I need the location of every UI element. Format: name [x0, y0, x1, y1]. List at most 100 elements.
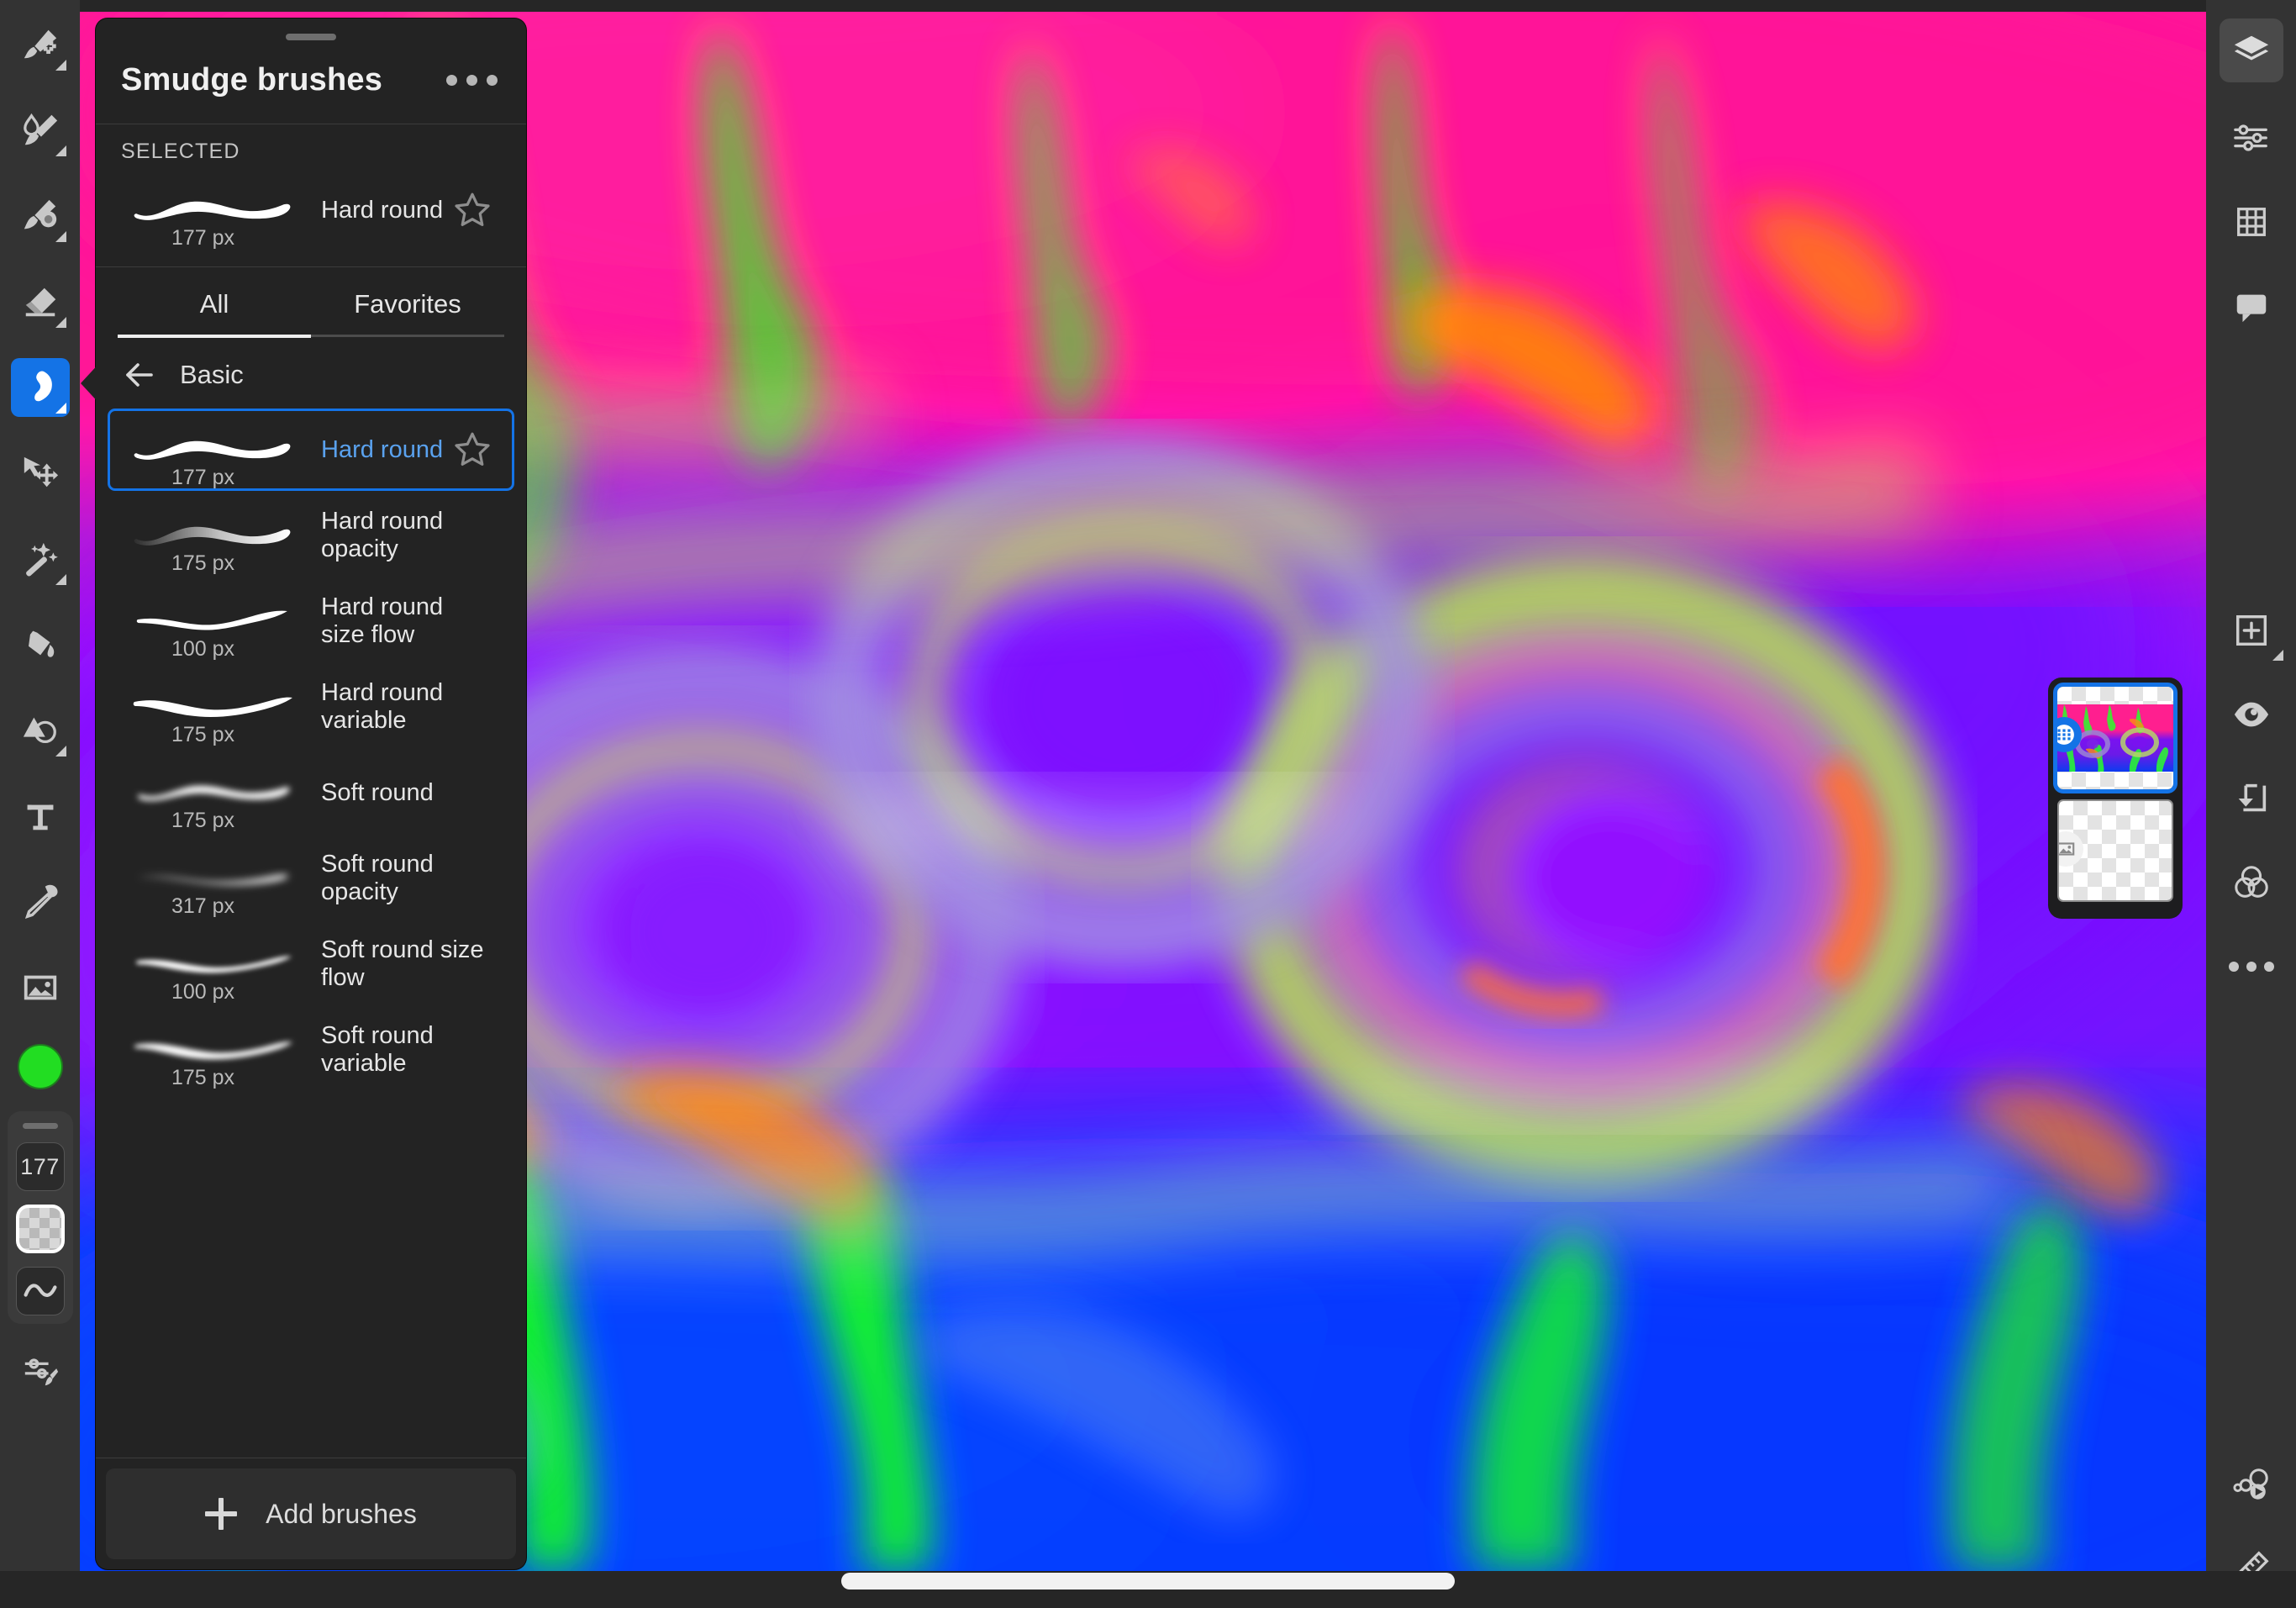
- panel-drag-handle[interactable]: [286, 34, 336, 40]
- brush-name-label: Soft round size flow: [321, 936, 484, 991]
- add-square-icon: [2235, 614, 2267, 646]
- more-options-button[interactable]: [2220, 935, 2283, 999]
- brush-settings-icon: [24, 1358, 58, 1386]
- brush-size-label: 175 px: [171, 723, 235, 746]
- paint-bucket-icon: [28, 630, 54, 657]
- clip-arrow-icon: [2238, 783, 2266, 812]
- add-brushes-button[interactable]: Add brushes: [106, 1468, 516, 1559]
- tab-favorites[interactable]: Favorites: [311, 277, 504, 335]
- hard-round-size-flow-stroke-icon: [136, 610, 287, 630]
- brush-name-label: Hard round: [321, 435, 444, 463]
- brush-list-item[interactable]: 175 px Soft round: [108, 751, 514, 834]
- shape-tool[interactable]: [11, 701, 70, 760]
- eyedropper-tool[interactable]: [11, 873, 70, 931]
- brush-properties-button[interactable]: [11, 1342, 70, 1401]
- favorite-star-icon[interactable]: [452, 430, 492, 470]
- right-tool-sidebar[interactable]: [2206, 0, 2296, 1608]
- smudge-icon: [34, 371, 52, 402]
- eraser-tool[interactable]: [11, 272, 70, 331]
- blend-mode-button[interactable]: [2220, 851, 2283, 915]
- grid-badge-icon: [2057, 725, 2074, 745]
- magic-wand-tool[interactable]: [11, 530, 70, 588]
- smudge-tool[interactable]: [10, 358, 70, 417]
- breadcrumb-label: Basic: [180, 360, 244, 389]
- brush-list-item[interactable]: 175 px Soft round variable: [108, 1009, 514, 1091]
- timelapse-button[interactable]: [2220, 1452, 2283, 1516]
- selected-brush-row[interactable]: 177 px Hard round: [108, 169, 514, 251]
- tool-flyout-indicator: [55, 231, 66, 242]
- brush-name-label: Hard round opacity: [321, 508, 444, 562]
- brush-preview: 177 px: [129, 417, 308, 489]
- layer-properties-button[interactable]: [2220, 106, 2283, 170]
- pixel-brush-tool[interactable]: [11, 15, 70, 74]
- brush-list-item[interactable]: 317 px Soft round opacity: [108, 837, 514, 920]
- brush-tabs[interactable]: All Favorites: [96, 267, 526, 335]
- brush-preview: 175 px: [129, 760, 308, 832]
- brush-size-label: 177 px: [171, 226, 235, 250]
- eraser-icon: [25, 287, 55, 317]
- sliders-icon: [2233, 124, 2267, 151]
- brush-pixel-icon: [24, 29, 56, 59]
- brush-preview: 100 px: [129, 588, 308, 661]
- left-tool-sidebar[interactable]: 177: [0, 0, 80, 1608]
- layer-grid-button[interactable]: [2220, 190, 2283, 254]
- tab-indicator-inactive: [311, 335, 504, 337]
- brush-preview: 175 px: [129, 674, 308, 746]
- arrow-left-icon[interactable]: [124, 361, 158, 389]
- layers-panel-button[interactable]: [2219, 18, 2283, 82]
- brush-size-value[interactable]: 177: [15, 1142, 65, 1191]
- tool-flyout-indicator: [55, 574, 66, 585]
- brush-name-label: Soft round opacity: [321, 851, 434, 905]
- clipping-mask-button[interactable]: [2220, 767, 2283, 830]
- panel-more-button[interactable]: [443, 66, 501, 94]
- brush-size-label: 175 px: [171, 551, 235, 575]
- comments-button[interactable]: [2220, 274, 2283, 338]
- panel-footer: Add brushes: [96, 1458, 526, 1569]
- hard-round-variable-stroke-icon: [133, 697, 292, 717]
- text-tool[interactable]: [11, 787, 70, 846]
- layer-item-artwork[interactable]: [2053, 683, 2178, 793]
- brush-settings-group[interactable]: 177: [7, 1111, 73, 1324]
- smudge-brushes-panel[interactable]: Smudge brushes SELECTED 177 px Hard roun…: [96, 18, 526, 1569]
- move-select-icon: [24, 456, 58, 488]
- soft-round-stroke-icon: [138, 785, 290, 801]
- add-layer-button[interactable]: [2220, 598, 2283, 662]
- soft-round-size-flow-stroke-icon: [135, 956, 292, 973]
- drag-grip[interactable]: [22, 1123, 58, 1129]
- fill-tool[interactable]: [11, 615, 70, 674]
- breadcrumb[interactable]: Basic: [96, 338, 526, 403]
- color-swatch[interactable]: [17, 1044, 63, 1089]
- brush-preview: 175 px: [129, 1017, 308, 1089]
- brush-name-label: Soft round variable: [321, 1022, 434, 1077]
- venn-circles-icon: [2234, 866, 2268, 898]
- place-image-tool[interactable]: [11, 958, 70, 1017]
- soft-round-opacity-stroke-icon: [139, 873, 289, 886]
- favorite-star-icon[interactable]: [452, 190, 492, 230]
- soft-round-variable-stroke-icon: [134, 1041, 292, 1060]
- home-indicator[interactable]: [841, 1573, 1455, 1590]
- brush-list[interactable]: 177 px Hard round 175 px Hard round opac…: [96, 403, 526, 1458]
- tab-all[interactable]: All: [118, 277, 311, 335]
- brush-flow-button[interactable]: [15, 1267, 65, 1315]
- tool-flyout-indicator: [55, 145, 66, 156]
- layers-mini-panel[interactable]: [2048, 677, 2183, 919]
- transform-tool[interactable]: [11, 444, 70, 503]
- brush-preview: 177 px: [129, 177, 308, 250]
- brush-opacity-swatch[interactable]: [15, 1205, 65, 1253]
- brush-list-item[interactable]: 175 px Hard round opacity: [108, 494, 514, 577]
- vector-brush-tool[interactable]: [11, 187, 70, 245]
- panel-pointer-caret: [81, 361, 101, 405]
- brush-name-label: Hard round variable: [321, 679, 444, 734]
- layer-item-background[interactable]: [2057, 799, 2173, 902]
- text-t-icon: [27, 804, 53, 830]
- brush-live-icon: [23, 113, 57, 145]
- live-brush-tool[interactable]: [11, 101, 70, 160]
- eye-icon: [2234, 702, 2268, 727]
- plus-icon: [205, 1498, 238, 1530]
- brush-list-item[interactable]: 177 px Hard round: [108, 409, 514, 491]
- layer-visibility-button[interactable]: [2220, 683, 2283, 746]
- brush-list-item[interactable]: 100 px Soft round size flow: [108, 923, 514, 1005]
- brush-list-item[interactable]: 100 px Hard round size flow: [108, 580, 514, 662]
- hard-round-stroke-icon: [134, 201, 291, 220]
- brush-list-item[interactable]: 175 px Hard round variable: [108, 666, 514, 748]
